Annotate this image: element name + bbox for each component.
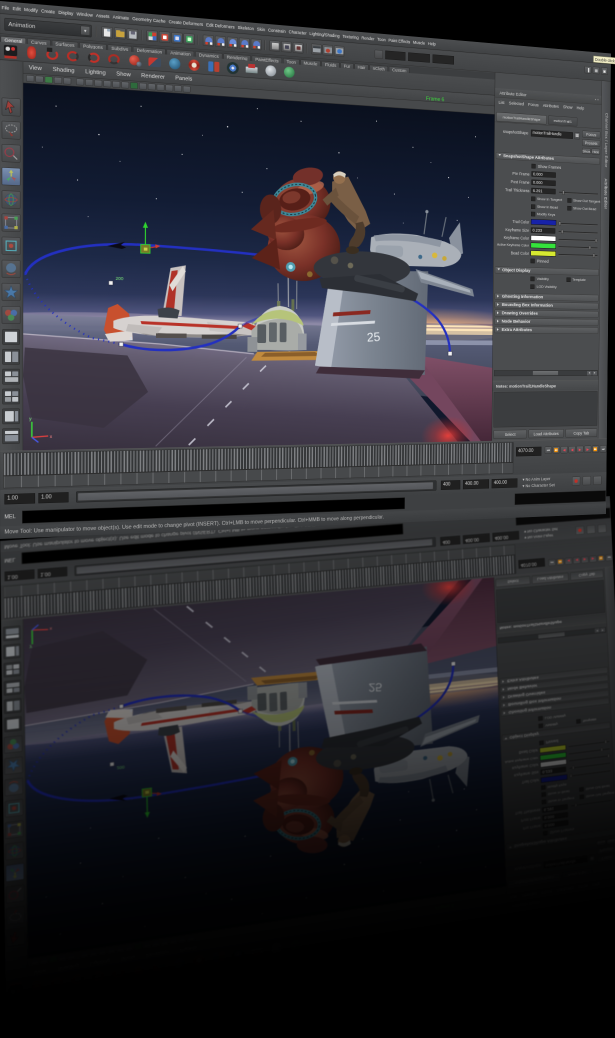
svg-text:200: 200: [116, 276, 124, 282]
svg-text:3: 3: [130, 708, 133, 713]
svg-text:25: 25: [368, 680, 382, 694]
svg-text:3: 3: [130, 337, 133, 343]
svg-text:25: 25: [367, 330, 381, 345]
svg-text:200: 200: [117, 765, 125, 771]
